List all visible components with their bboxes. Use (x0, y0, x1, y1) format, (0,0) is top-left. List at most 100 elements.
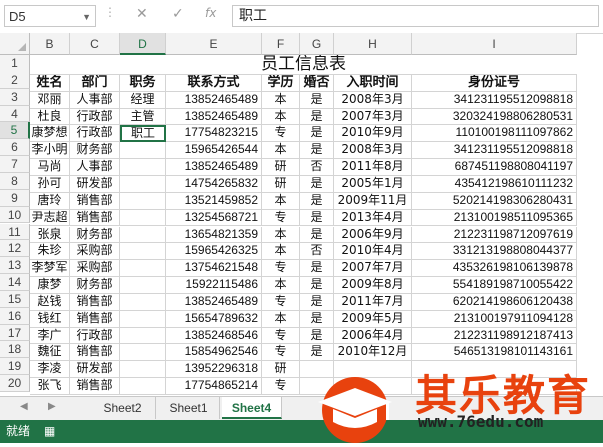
tab-sheet4[interactable]: Sheet4 (222, 397, 282, 419)
header-cell[interactable]: 职务 (120, 74, 166, 92)
row-header-6[interactable]: 6 (0, 139, 30, 157)
row-header-10[interactable]: 10 (0, 206, 30, 224)
table-cell[interactable]: 435326198106139878 (412, 260, 577, 278)
table-cell[interactable]: 是 (300, 142, 334, 160)
column-header-c[interactable]: C (70, 33, 120, 55)
table-cell[interactable]: 行政部 (70, 327, 120, 345)
table-cell[interactable]: 否 (300, 159, 334, 176)
table-cell[interactable]: 李小明 (30, 142, 70, 160)
table-cell[interactable]: 2010年4月 (334, 243, 412, 261)
header-cell[interactable]: 入职时间 (334, 74, 412, 92)
table-cell[interactable] (120, 142, 166, 160)
column-header-b[interactable]: B (30, 33, 70, 55)
table-cell[interactable]: 李广 (30, 327, 70, 345)
row-header-17[interactable]: 17 (0, 324, 30, 342)
table-cell[interactable]: 17754865214 (166, 378, 262, 395)
table-cell[interactable] (120, 192, 166, 210)
table-cell[interactable] (120, 327, 166, 345)
table-cell[interactable]: 2010年9月 (334, 125, 412, 143)
table-cell[interactable]: 研 (262, 159, 300, 176)
header-cell[interactable]: 婚否 (300, 74, 334, 92)
chevron-down-icon[interactable]: ▼ (82, 6, 91, 28)
row-header-12[interactable]: 12 (0, 240, 30, 258)
sheet-title[interactable]: 员工信息表 (30, 55, 577, 75)
table-cell[interactable]: 520214198306280431 (412, 192, 577, 210)
table-cell[interactable]: 2009年8月 (334, 277, 412, 294)
table-cell[interactable] (120, 310, 166, 328)
row-header-15[interactable]: 15 (0, 290, 30, 308)
table-cell[interactable]: 213100197911094128 (412, 310, 577, 328)
table-cell[interactable]: 专 (262, 344, 300, 362)
table-cell[interactable]: 331213198808044377 (412, 243, 577, 261)
table-cell[interactable]: 212231198912187413 (412, 327, 577, 345)
header-cell[interactable]: 学历 (262, 74, 300, 92)
select-all-corner[interactable] (0, 33, 30, 55)
table-cell[interactable]: 是 (300, 108, 334, 126)
table-cell[interactable]: 是 (300, 192, 334, 210)
row-header-8[interactable]: 8 (0, 172, 30, 190)
table-cell[interactable]: 341231195512098818 (412, 142, 577, 160)
table-cell[interactable]: 2013年4月 (334, 209, 412, 227)
table-cell[interactable] (120, 175, 166, 193)
table-cell[interactable]: 销售部 (70, 310, 120, 328)
table-cell[interactable]: 李梦军 (30, 260, 70, 278)
table-cell[interactable]: 2007年3月 (334, 108, 412, 126)
table-cell[interactable] (120, 260, 166, 278)
row-header-5[interactable]: 5 (0, 122, 30, 140)
table-cell[interactable]: 212231198712097619 (412, 226, 577, 244)
table-cell[interactable]: 13852465489 (166, 91, 262, 109)
table-cell[interactable]: 尹志超 (30, 209, 70, 227)
table-cell[interactable]: 财务部 (70, 226, 120, 244)
table-cell[interactable]: 是 (300, 226, 334, 244)
table-cell[interactable]: 研 (262, 361, 300, 379)
table-cell[interactable] (120, 361, 166, 379)
table-cell[interactable]: 213100198511095365 (412, 209, 577, 227)
table-cell[interactable]: 朱珍 (30, 243, 70, 261)
table-cell[interactable]: 是 (300, 91, 334, 109)
table-cell[interactable]: 研 (262, 175, 300, 193)
table-cell[interactable]: 2006年9月 (334, 226, 412, 244)
table-cell[interactable]: 研发部 (70, 175, 120, 193)
insert-function-icon[interactable]: fx (205, 6, 216, 20)
table-cell[interactable]: 人事部 (70, 91, 120, 109)
row-header-4[interactable]: 4 (0, 105, 30, 123)
table-cell[interactable]: 2011年8月 (334, 159, 412, 176)
table-cell[interactable]: 主管 (120, 108, 166, 126)
table-cell[interactable]: 15654789632 (166, 310, 262, 328)
table-cell[interactable]: 是 (300, 277, 334, 294)
table-cell[interactable]: 本 (262, 226, 300, 244)
table-cell[interactable]: 13521459852 (166, 192, 262, 210)
table-cell[interactable]: 是 (300, 209, 334, 227)
table-cell[interactable] (120, 378, 166, 395)
table-cell[interactable]: 销售部 (70, 378, 120, 395)
table-cell[interactable]: 320324198806280531 (412, 108, 577, 126)
table-cell[interactable]: 销售部 (70, 293, 120, 311)
column-header-i[interactable]: I (412, 33, 577, 55)
table-cell[interactable]: 15965426544 (166, 142, 262, 160)
table-cell[interactable]: 620214198606120438 (412, 293, 577, 311)
table-cell[interactable]: 本 (262, 243, 300, 261)
row-header-11[interactable]: 11 (0, 223, 30, 241)
table-cell[interactable]: 赵钱 (30, 293, 70, 311)
table-cell[interactable]: 是 (300, 327, 334, 345)
tab-scroll-left-icon[interactable]: ◀ (20, 401, 28, 412)
row-header-19[interactable]: 19 (0, 358, 30, 376)
table-cell[interactable]: 13852465489 (166, 108, 262, 126)
row-header-20[interactable]: 20 (0, 375, 30, 392)
table-cell[interactable]: 张泉 (30, 226, 70, 244)
table-cell[interactable]: 2005年1月 (334, 175, 412, 193)
table-cell[interactable]: 687451198808041197 (412, 159, 577, 176)
table-cell[interactable]: 本 (262, 277, 300, 294)
table-cell[interactable]: 13952296318 (166, 361, 262, 379)
table-cell[interactable]: 是 (300, 310, 334, 328)
row-header-3[interactable]: 3 (0, 88, 30, 106)
tab-sheet2[interactable]: Sheet2 (90, 397, 156, 419)
table-cell[interactable]: 销售部 (70, 192, 120, 210)
table-cell[interactable]: 专 (262, 125, 300, 143)
table-cell[interactable]: 17754823215 (166, 125, 262, 143)
table-cell[interactable]: 采购部 (70, 260, 120, 278)
header-cell[interactable]: 身份证号 (412, 74, 577, 92)
table-cell[interactable]: 是 (300, 344, 334, 362)
row-header-16[interactable]: 16 (0, 307, 30, 325)
table-cell[interactable]: 经理 (120, 91, 166, 109)
